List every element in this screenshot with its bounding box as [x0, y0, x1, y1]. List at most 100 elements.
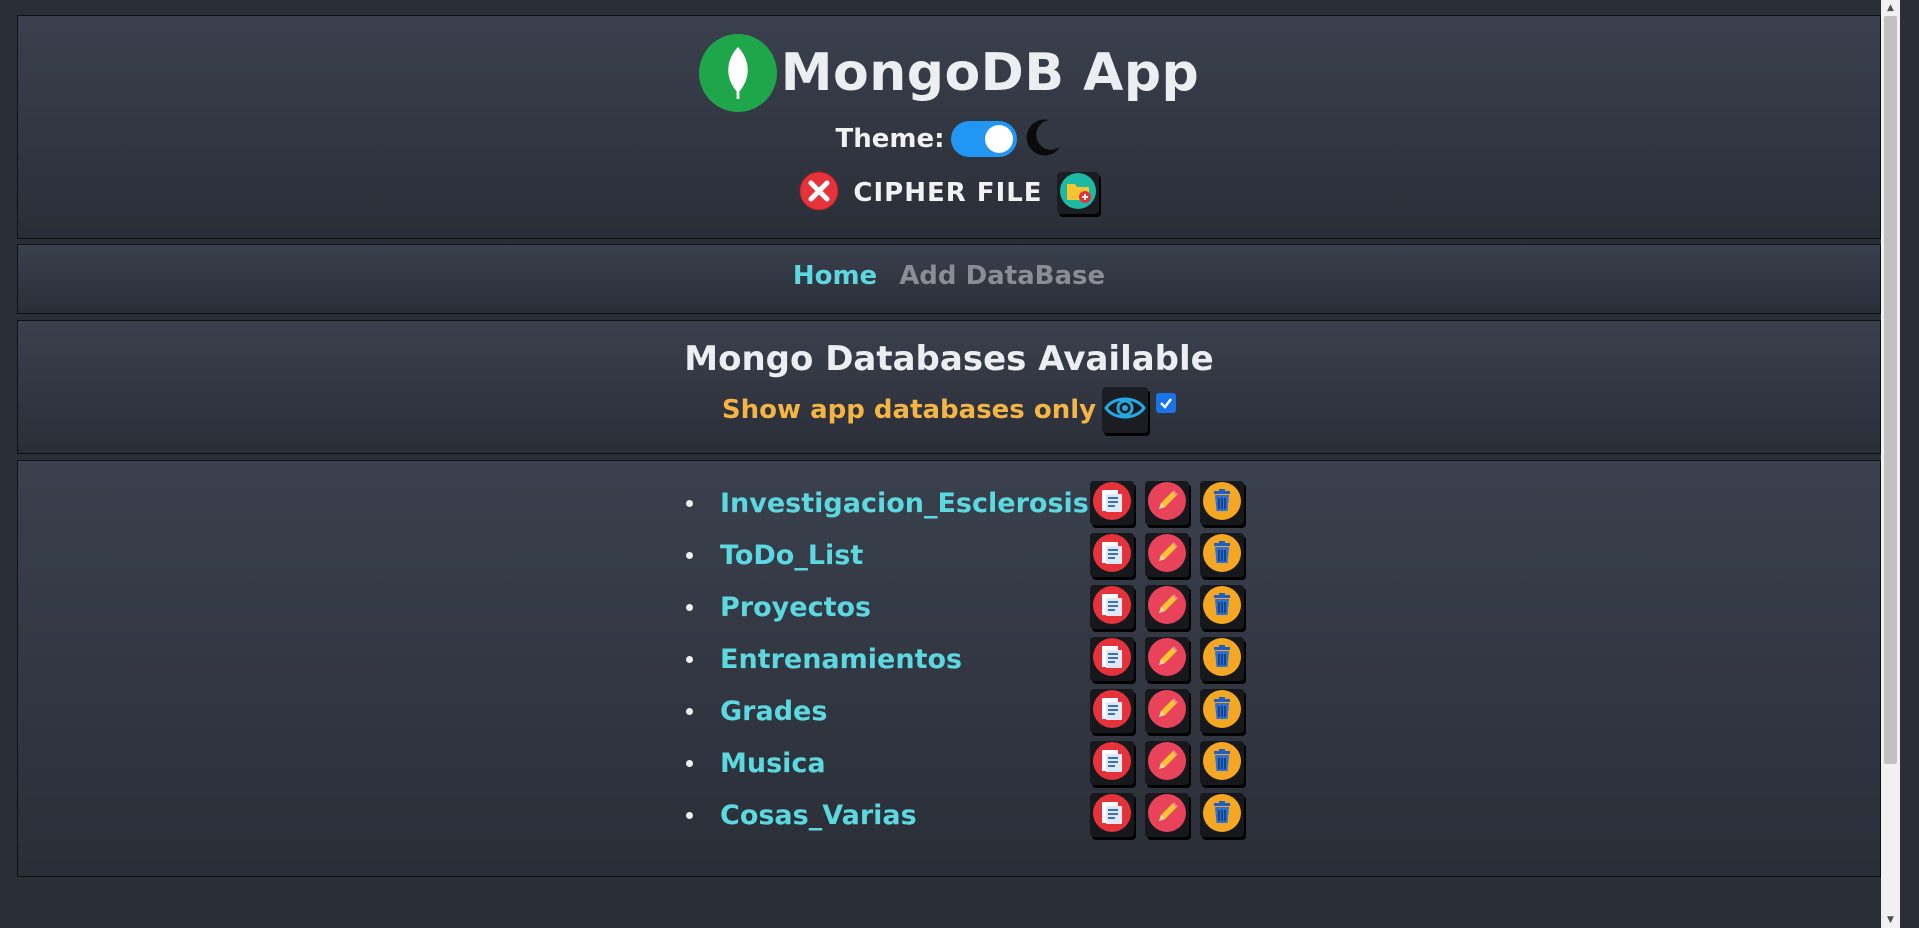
nav-home-link[interactable]: Home — [793, 261, 877, 291]
databases-list-panel: Investigacion_Esclerosis ToDo_List Proye… — [17, 460, 1881, 877]
open-database-button[interactable] — [1090, 741, 1134, 785]
app-only-checkbox[interactable] — [1156, 393, 1177, 413]
database-actions — [1090, 689, 1255, 733]
database-list-item: ToDo_List — [686, 529, 1255, 581]
database-name-link[interactable]: Proyectos — [720, 592, 1090, 623]
pencil-icon — [1147, 793, 1187, 837]
app-header: MongoDB App — [18, 34, 1880, 112]
database-name-link[interactable]: Grades — [720, 696, 1090, 727]
pencil-icon — [1147, 533, 1187, 577]
trash-icon — [1202, 741, 1242, 785]
document-icon — [1092, 585, 1132, 629]
document-icon — [1092, 637, 1132, 681]
edit-database-button[interactable] — [1145, 533, 1189, 577]
delete-database-button[interactable] — [1200, 533, 1244, 577]
app-title: MongoDB App — [780, 43, 1200, 103]
section-title-row: Mongo Databases Available — [18, 339, 1880, 379]
database-name-link[interactable]: Investigacion_Esclerosis — [720, 488, 1090, 519]
delete-database-button[interactable] — [1200, 585, 1244, 629]
cipher-add-button[interactable] — [1056, 172, 1099, 214]
leaf-icon — [698, 34, 777, 112]
folder-add-icon — [1059, 172, 1097, 214]
database-actions — [1090, 741, 1255, 785]
theme-row: Theme: — [18, 117, 1880, 161]
delete-database-button[interactable] — [1200, 481, 1244, 525]
theme-toggle[interactable] — [950, 121, 1017, 157]
scroll-down-arrow[interactable]: ▼ — [1881, 912, 1900, 928]
document-icon — [1092, 793, 1132, 837]
database-actions — [1090, 637, 1255, 681]
pencil-icon — [1147, 689, 1187, 733]
database-list-item: Grades — [686, 685, 1255, 737]
cipher-file-label: CIPHER FILE — [853, 178, 1043, 208]
database-list-item: Musica — [686, 737, 1255, 789]
pencil-icon — [1147, 585, 1187, 629]
database-name-link[interactable]: Musica — [720, 748, 1090, 779]
trash-icon — [1202, 481, 1242, 525]
scrollbar[interactable]: ▲ ▼ — [1881, 0, 1900, 928]
open-database-button[interactable] — [1090, 793, 1134, 837]
theme-label: Theme: — [835, 124, 945, 154]
database-list: Investigacion_Esclerosis ToDo_List Proye… — [686, 477, 1255, 841]
toggle-knob — [984, 125, 1013, 153]
document-icon — [1092, 689, 1132, 733]
nav-panel: Home Add DataBase — [17, 244, 1881, 314]
eye-icon — [1104, 393, 1146, 427]
open-database-button[interactable] — [1090, 637, 1134, 681]
bullet — [686, 759, 693, 767]
database-actions — [1090, 533, 1255, 577]
edit-database-button[interactable] — [1145, 585, 1189, 629]
scroll-up-arrow[interactable]: ▲ — [1881, 0, 1900, 16]
database-actions — [1090, 585, 1255, 629]
database-name-link[interactable]: Entrenamientos — [720, 644, 1090, 675]
database-actions — [1090, 481, 1255, 525]
databases-title-panel: Mongo Databases Available Show app datab… — [17, 320, 1881, 454]
filter-row: Show app databases only — [18, 387, 1880, 433]
bullet — [686, 707, 693, 715]
database-list-item: Investigacion_Esclerosis — [686, 477, 1255, 529]
view-toggle-button[interactable] — [1102, 387, 1149, 433]
pencil-icon — [1147, 741, 1187, 785]
database-list-item: Proyectos — [686, 581, 1255, 633]
open-database-button[interactable] — [1090, 533, 1134, 577]
bullet — [686, 551, 693, 559]
bullet — [686, 655, 693, 663]
database-list-item: Cosas_Varias — [686, 789, 1255, 841]
document-icon — [1092, 481, 1132, 525]
pencil-icon — [1147, 637, 1187, 681]
database-name-link[interactable]: Cosas_Varias — [720, 800, 1090, 831]
open-database-button[interactable] — [1090, 585, 1134, 629]
database-list-item: Entrenamientos — [686, 633, 1255, 685]
edit-database-button[interactable] — [1145, 793, 1189, 837]
delete-database-button[interactable] — [1200, 741, 1244, 785]
edit-database-button[interactable] — [1145, 481, 1189, 525]
filter-label: Show app databases only — [721, 395, 1097, 425]
moon-icon — [1023, 117, 1063, 161]
trash-icon — [1202, 637, 1242, 681]
bullet — [686, 811, 693, 819]
edit-database-button[interactable] — [1145, 689, 1189, 733]
document-icon — [1092, 741, 1132, 785]
trash-icon — [1202, 793, 1242, 837]
pencil-icon — [1147, 481, 1187, 525]
delete-database-button[interactable] — [1200, 793, 1244, 837]
edit-database-button[interactable] — [1145, 741, 1189, 785]
scroll-thumb[interactable] — [1884, 16, 1897, 764]
nav-add-database-link[interactable]: Add DataBase — [899, 261, 1105, 291]
database-actions — [1090, 793, 1255, 837]
cipher-row: CIPHER FILE — [18, 171, 1880, 215]
delete-database-button[interactable] — [1200, 689, 1244, 733]
bullet — [686, 603, 693, 611]
trash-icon — [1202, 585, 1242, 629]
open-database-button[interactable] — [1090, 689, 1134, 733]
edit-database-button[interactable] — [1145, 637, 1189, 681]
red-x-icon[interactable] — [799, 171, 839, 215]
nav-bar: Home Add DataBase — [18, 261, 1880, 291]
database-name-link[interactable]: ToDo_List — [720, 540, 1090, 571]
trash-icon — [1202, 533, 1242, 577]
document-icon — [1092, 533, 1132, 577]
delete-database-button[interactable] — [1200, 637, 1244, 681]
trash-icon — [1202, 689, 1242, 733]
open-database-button[interactable] — [1090, 481, 1134, 525]
header-panel: MongoDB App Theme: CIPHER FILE — [17, 15, 1881, 239]
